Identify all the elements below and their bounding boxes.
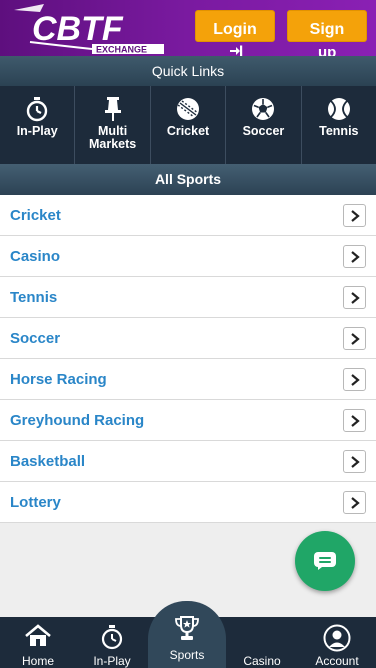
- quick-link-label: In-Play: [16, 124, 58, 138]
- sport-row-soccer[interactable]: Soccer: [0, 318, 376, 359]
- nav-label: In-Play: [93, 654, 131, 668]
- chat-bubble-icon: [314, 552, 336, 570]
- sport-row-casino[interactable]: Casino: [0, 236, 376, 277]
- soccer-ball-icon: [252, 98, 275, 120]
- sport-row-tennis[interactable]: Tennis: [0, 277, 376, 318]
- nav-account[interactable]: Account: [306, 617, 368, 668]
- top-header: CBTF EXCHANGE Login Sign up: [0, 0, 376, 61]
- chevron-right-icon[interactable]: [343, 286, 366, 309]
- chevron-right-icon[interactable]: [343, 368, 366, 391]
- signup-button[interactable]: Sign: [287, 10, 367, 42]
- sport-row-horse-racing[interactable]: Horse Racing: [0, 359, 376, 400]
- nav-label: Casino: [243, 654, 281, 668]
- quick-link-label-line2: Markets: [88, 137, 137, 151]
- chat-button[interactable]: [295, 531, 355, 591]
- chevron-right-icon[interactable]: [343, 491, 366, 514]
- quick-links-title: Quick Links: [0, 56, 376, 86]
- home-icon: [25, 624, 51, 646]
- tennis-ball-icon: [327, 98, 350, 120]
- sport-row-cricket[interactable]: Cricket: [0, 195, 376, 236]
- nav-label: Home: [21, 654, 54, 668]
- chevron-right-icon[interactable]: [343, 245, 366, 268]
- sport-row-greyhound-racing[interactable]: Greyhound Racing: [0, 400, 376, 441]
- stopwatch-icon: [101, 625, 123, 650]
- quick-link-cricket[interactable]: Cricket: [151, 86, 227, 164]
- quick-links-bar: In-Play Multi Markets Cricket Soccer Ten…: [0, 86, 376, 164]
- sport-name[interactable]: Casino: [10, 248, 60, 265]
- sport-name[interactable]: Tennis: [10, 289, 57, 306]
- brand-logo[interactable]: CBTF EXCHANGE: [4, 2, 174, 55]
- sport-name[interactable]: Horse Racing: [10, 371, 107, 388]
- chevron-right-icon[interactable]: [343, 204, 366, 227]
- quick-link-tennis[interactable]: Tennis: [302, 86, 376, 164]
- nav-label: Account: [315, 654, 359, 668]
- brand-name: CBTF: [32, 10, 124, 48]
- quick-link-multi-markets[interactable]: Multi Markets: [75, 86, 151, 164]
- nav-label: Sports: [169, 648, 205, 662]
- user-icon: [323, 624, 351, 652]
- page: CBTF EXCHANGE Login Sign up Quick Links …: [0, 0, 376, 668]
- sport-name[interactable]: Basketball: [10, 453, 85, 470]
- brand-subtitle: EXCHANGE: [96, 45, 147, 55]
- cricket-ball-icon: [177, 98, 200, 120]
- trophy-icon: [175, 616, 199, 640]
- sport-list: Cricket Casino Tennis Soccer Horse Racin…: [0, 195, 376, 523]
- sport-name[interactable]: Soccer: [10, 330, 60, 347]
- quick-link-label: Tennis: [319, 124, 359, 138]
- stopwatch-icon: [27, 97, 48, 122]
- nav-sports[interactable]: Sports: [148, 601, 226, 668]
- quick-link-label: Multi Markets: [75, 125, 149, 151]
- sport-row-basketball[interactable]: Basketball: [0, 441, 376, 482]
- pin-icon: [104, 97, 121, 121]
- nav-in-play[interactable]: In-Play: [82, 617, 142, 668]
- chevron-right-icon[interactable]: [343, 409, 366, 432]
- nav-casino[interactable]: Casino: [232, 617, 292, 668]
- chevron-right-icon[interactable]: [343, 327, 366, 350]
- quick-link-label: Soccer: [242, 124, 285, 138]
- sport-name[interactable]: Greyhound Racing: [10, 412, 144, 429]
- sport-name[interactable]: Lottery: [10, 494, 61, 511]
- chevron-right-icon[interactable]: [343, 450, 366, 473]
- quick-link-in-play[interactable]: In-Play: [0, 86, 76, 164]
- sport-name[interactable]: Cricket: [10, 207, 61, 224]
- login-button[interactable]: Login: [195, 10, 275, 42]
- all-sports-title: All Sports: [0, 164, 376, 195]
- sport-row-lottery[interactable]: Lottery: [0, 482, 376, 523]
- quick-link-soccer[interactable]: Soccer: [226, 86, 302, 164]
- quick-link-label: Cricket: [166, 124, 210, 138]
- nav-home[interactable]: Home: [8, 617, 68, 668]
